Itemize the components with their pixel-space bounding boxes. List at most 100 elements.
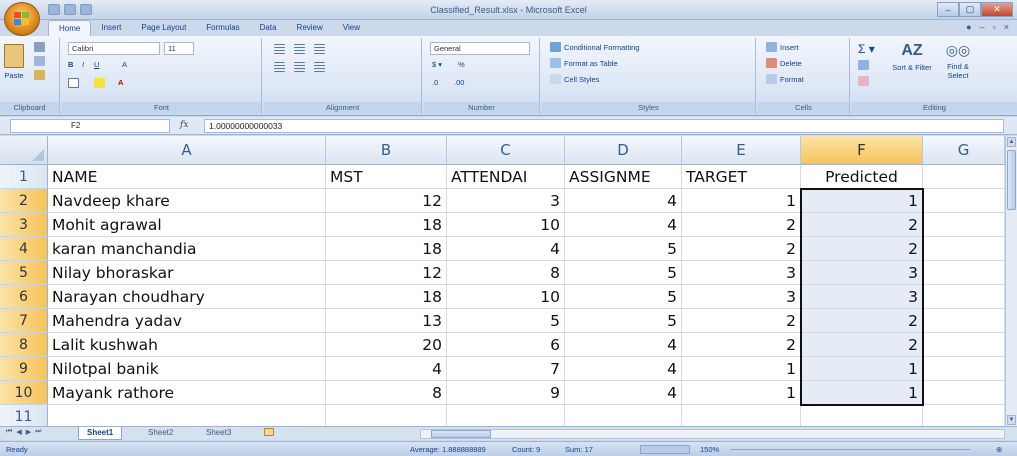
cell-d9[interactable]: 4 [565,357,682,381]
cell-b7[interactable]: 13 [326,309,447,333]
italic-button[interactable]: I [82,60,84,69]
zoom-in-button[interactable]: ⊕ [996,445,1002,454]
cell-d7[interactable]: 5 [565,309,682,333]
cell-a3[interactable]: Mohit agrawal [48,213,326,237]
cell-b1[interactable]: MST [326,165,447,189]
last-sheet-button[interactable]: ⏭ [35,428,41,436]
row-header[interactable]: 5 [0,261,48,285]
cell-g3[interactable] [923,213,1005,237]
column-header-d[interactable]: D [565,136,682,165]
row-header[interactable]: 3 [0,213,48,237]
cell-g10[interactable] [923,381,1005,405]
fill-color-button[interactable] [94,78,105,88]
clear-button[interactable] [858,76,869,86]
cell-e3[interactable]: 2 [682,213,801,237]
cell-f3[interactable]: 2 [801,213,923,237]
cell-c1[interactable]: ATTENDAI [447,165,565,189]
cell-e1[interactable]: TARGET [682,165,801,189]
row-header[interactable]: 10 [0,381,48,405]
cell-b8[interactable]: 20 [326,333,447,357]
row-header[interactable]: 6 [0,285,48,309]
percent-button[interactable]: % [458,60,465,69]
cell-a9[interactable]: Nilotpal banik [48,357,326,381]
office-button[interactable] [4,2,40,36]
align-bottom-button[interactable] [314,44,325,54]
cell-d5[interactable]: 5 [565,261,682,285]
horizontal-scrollbar[interactable] [420,429,1005,439]
font-name-select[interactable]: Calibri [68,42,160,55]
cell-b2[interactable]: 12 [326,189,447,213]
row-header[interactable]: 9 [0,357,48,381]
maximize-button[interactable]: ▢ [959,2,981,17]
cell-a1[interactable]: NAME [48,165,326,189]
cell-e10[interactable]: 1 [682,381,801,405]
font-size-select[interactable]: 11 [164,42,194,55]
cell-c2[interactable]: 3 [447,189,565,213]
view-buttons[interactable] [640,445,690,454]
cell-d6[interactable]: 5 [565,285,682,309]
format-painter-button[interactable] [34,70,45,80]
find-select-button[interactable]: ◎◎ Find & Select [938,42,978,80]
insert-function-button[interactable]: fx [180,120,202,130]
zoom-slider[interactable] [730,449,970,450]
paste-button[interactable]: Paste [4,44,24,80]
column-header-c[interactable]: C [447,136,565,165]
cell-b11[interactable] [326,405,447,426]
column-header-b[interactable]: B [326,136,447,165]
row-header[interactable]: 4 [0,237,48,261]
row-header[interactable]: 1 [0,165,48,189]
cell-d3[interactable]: 4 [565,213,682,237]
cut-button[interactable] [34,42,45,52]
cell-f8[interactable]: 2 [801,333,923,357]
align-top-button[interactable] [274,44,285,54]
format-as-table-button[interactable]: Format as Table [550,58,618,68]
font-color-button[interactable]: A [118,78,123,87]
decrease-decimal-button[interactable]: .0 [432,78,438,87]
cell-f1[interactable]: Predicted [801,165,923,189]
row-header[interactable]: 11 [0,405,48,426]
borders-button[interactable] [68,78,79,88]
cell-c9[interactable]: 7 [447,357,565,381]
cell-f7[interactable]: 2 [801,309,923,333]
column-header-e[interactable]: E [682,136,801,165]
cell-e11[interactable] [682,405,801,426]
cell-a4[interactable]: karan manchandia [48,237,326,261]
column-header-a[interactable]: A [48,136,326,165]
align-right-button[interactable] [314,62,325,72]
cell-g6[interactable] [923,285,1005,309]
align-middle-button[interactable] [294,44,305,54]
insert-cells-button[interactable]: Insert [766,42,799,52]
cell-c5[interactable]: 8 [447,261,565,285]
cell-b3[interactable]: 18 [326,213,447,237]
cell-b4[interactable]: 18 [326,237,447,261]
currency-button[interactable]: $ ▾ [432,60,442,69]
tab-page-layout[interactable]: Page Layout [131,20,196,36]
cell-a8[interactable]: Lalit kushwah [48,333,326,357]
cell-g5[interactable] [923,261,1005,285]
cell-a10[interactable]: Mayank rathore [48,381,326,405]
cell-a2[interactable]: Navdeep khare [48,189,326,213]
number-format-select[interactable]: General [430,42,530,55]
cell-g2[interactable] [923,189,1005,213]
tab-formulas[interactable]: Formulas [196,20,249,36]
row-header[interactable]: 8 [0,333,48,357]
cell-f11[interactable] [801,405,923,426]
cell-e7[interactable]: 2 [682,309,801,333]
sort-filter-button[interactable]: AZ Sort & Filter [892,42,932,72]
align-left-button[interactable] [274,62,285,72]
ribbon-minimize-button[interactable]: – [980,22,985,32]
cell-c11[interactable] [447,405,565,426]
cell-f5[interactable]: 3 [801,261,923,285]
cell-b10[interactable]: 8 [326,381,447,405]
cell-e5[interactable]: 3 [682,261,801,285]
column-header-f[interactable]: F [801,136,923,165]
cell-f4[interactable]: 2 [801,237,923,261]
cell-g7[interactable] [923,309,1005,333]
cell-g1[interactable] [923,165,1005,189]
prev-sheet-button[interactable]: ◀ [16,428,21,436]
vertical-scroll-thumb[interactable] [1007,150,1016,210]
cell-e6[interactable]: 3 [682,285,801,309]
conditional-formatting-button[interactable]: Conditional Formatting [550,42,639,52]
cell-c10[interactable]: 9 [447,381,565,405]
grow-font-button[interactable]: A [122,60,127,69]
